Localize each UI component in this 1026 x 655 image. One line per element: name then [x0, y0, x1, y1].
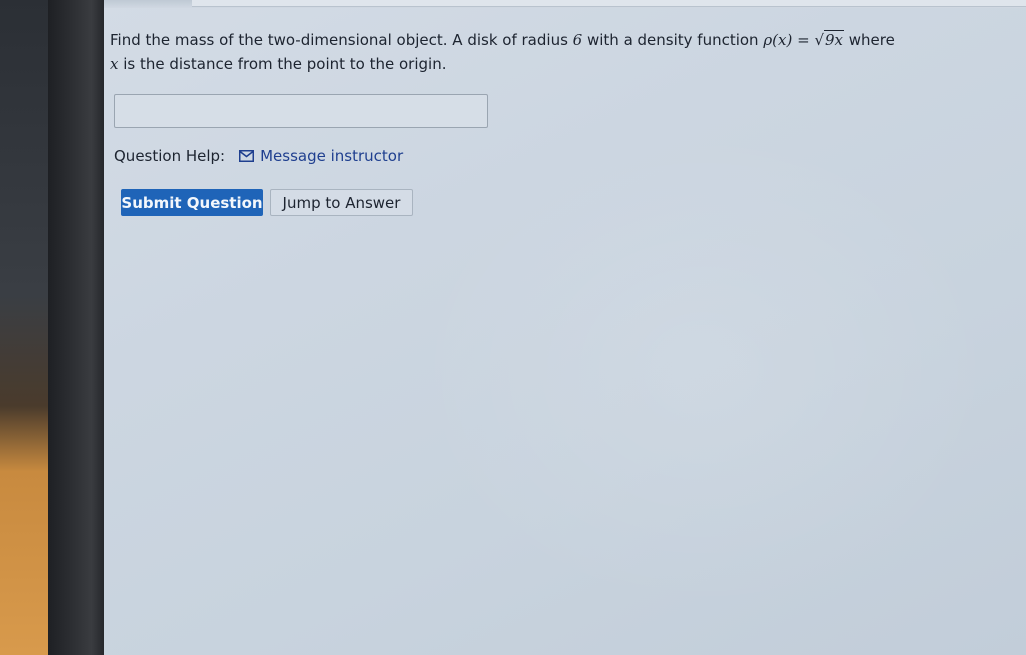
question-text-end: is the distance from the point to the or…: [118, 55, 447, 73]
radical-sign: √: [814, 31, 824, 49]
answer-input[interactable]: [114, 94, 488, 128]
screen-glare: [404, 120, 1004, 620]
question-help-label: Question Help:: [114, 147, 226, 165]
top-panel-edge: [192, 0, 1026, 7]
message-instructor-link[interactable]: Message instructor: [239, 147, 403, 165]
density-lhs: ρ(x) =: [763, 31, 815, 49]
screen: Find the mass of the two-dimensional obj…: [104, 0, 1026, 655]
radicand: 9x: [824, 30, 845, 49]
top-strip: [104, 0, 1026, 8]
disk-radius: 6: [572, 31, 583, 49]
question-text-before: Find the mass of the two-dimensional obj…: [110, 31, 573, 49]
message-instructor-label: Message instructor: [260, 147, 404, 165]
envelope-icon: [239, 150, 255, 162]
jump-to-answer-button[interactable]: Jump to Answer: [270, 189, 413, 216]
question-text-after: where: [844, 31, 895, 49]
laptop-bezel: [48, 0, 108, 655]
submit-question-button[interactable]: Submit Question: [121, 189, 263, 216]
question-text: Find the mass of the two-dimensional obj…: [110, 28, 920, 76]
question-help-row: Question Help: Message instructor: [114, 147, 403, 165]
question-text-mid: with a density function: [582, 31, 764, 49]
